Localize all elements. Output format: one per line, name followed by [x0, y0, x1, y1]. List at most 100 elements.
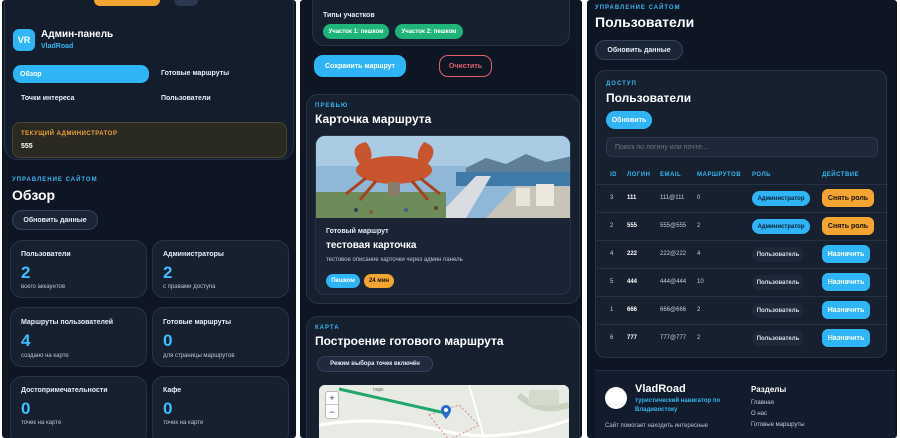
map-kicker: КАРТА [315, 325, 340, 331]
route-map[interactable]: парк + − [319, 385, 569, 438]
cell-email: 111@111 [660, 195, 685, 201]
stat-card-admins: Администраторы 2 с правами доступа [152, 240, 289, 298]
footer-tagline: туристический навигатор по Владивостоку [635, 398, 721, 413]
segment-types-label: Типы участков [323, 12, 375, 19]
role-badge: Пользователь [752, 331, 804, 346]
cell-routes: 2 [697, 223, 701, 229]
tab-points-of-interest[interactable]: Точки интереса [21, 95, 75, 102]
stat-sub: точек на карте [163, 420, 204, 426]
map-section-title: Построение готового маршрута [315, 334, 504, 348]
table-row: 5 444 444@444 10 Пользователь Назначить [596, 268, 888, 296]
refresh-users-button[interactable]: Обновить [606, 111, 652, 129]
remove-role-button[interactable]: Снять роль [822, 189, 874, 207]
footer-link-home[interactable]: Главная [751, 400, 774, 406]
remove-role-button[interactable]: Снять роль [822, 217, 874, 235]
cell-routes: 2 [697, 307, 701, 313]
cell-email: 222@222 [660, 251, 687, 257]
admin-panel-title: Админ-панель [41, 29, 114, 40]
route-card-description: тестовое описание карточки через админ п… [326, 257, 463, 263]
route-editor-panel: Типы участков Участок 1: пешком Участок … [300, 0, 582, 438]
users-access-card: ДОСТУП Пользователи Обновить ID ЛОГИН EM… [595, 70, 888, 358]
cell-routes: 0 [697, 195, 701, 201]
assign-role-button[interactable]: Назначить [822, 245, 870, 263]
save-route-button[interactable]: Сохранить маршрут [314, 55, 406, 77]
route-card-preview[interactable]: Готовый маршрут тестовая карточка тестов… [315, 135, 571, 295]
tab-overview[interactable]: Обзор [13, 65, 149, 83]
section-kicker: УПРАВЛЕНИЕ САЙТОМ [12, 177, 98, 183]
stat-sub: с правами доступа [163, 284, 216, 290]
assign-role-button[interactable]: Назначить [822, 273, 870, 291]
zoom-out-button[interactable]: − [326, 406, 338, 419]
tag-walk: Пешком [326, 274, 360, 288]
stat-value: 2 [21, 263, 31, 282]
current-admin-box: ТЕКУЩИЙ АДМИНИСТРАТОР 555 [12, 122, 287, 158]
stat-value: 2 [163, 263, 173, 282]
clear-button[interactable]: Очистить [439, 55, 492, 77]
footer-brand: VladRoad [635, 383, 686, 395]
current-admin-value: 555 [21, 143, 33, 150]
stat-card-ready-routes: Готовые маршруты 0 для страницы маршруто… [152, 307, 289, 367]
access-kicker: ДОСТУП [606, 81, 637, 87]
assign-role-button[interactable]: Назначить [822, 301, 870, 319]
cell-login: 555 [627, 223, 638, 229]
map-pin-icon[interactable] [441, 405, 451, 419]
cell-id: 4 [610, 251, 614, 257]
assign-role-button[interactable]: Назначить [822, 329, 870, 347]
cell-id: 1 [610, 307, 614, 313]
col-login: ЛОГИН [627, 172, 651, 178]
cell-id: 2 [610, 223, 614, 229]
table-row: 6 777 777@777 2 Пользователь Назначить [596, 324, 888, 352]
segment-chip-1[interactable]: Участок 1: пешком [323, 24, 389, 39]
stat-sub: создано на карте [21, 353, 69, 359]
top-dark-tab [174, 0, 198, 6]
segment-types-card: Типы участков Участок 1: пешком Участок … [312, 0, 570, 46]
tab-ready-routes[interactable]: Готовые маршруты [161, 70, 229, 77]
cell-id: 6 [610, 335, 614, 341]
segment-chip-2[interactable]: Участок 2: пешком [395, 24, 463, 39]
footer-sections-title: Разделы [751, 385, 787, 394]
refresh-data-button[interactable]: Обновить данные [595, 40, 683, 60]
table-row: 1 666 666@666 2 Пользователь Назначить [596, 296, 888, 324]
page-title: Обзор [12, 187, 56, 203]
footer-logo [605, 387, 627, 409]
footer-link-ready-routes[interactable]: Готовые маршруты [751, 422, 805, 428]
route-card-category: Готовый маршрут [326, 228, 389, 235]
footer-description: Сайт помогает находить интересные [605, 423, 708, 429]
role-badge: Пользователь [752, 275, 804, 290]
cell-email: 444@444 [660, 279, 687, 285]
page-title: Пользователи [595, 14, 695, 30]
role-badge: Администратор [752, 219, 810, 234]
brand-avatar: VR [13, 29, 35, 51]
cell-routes: 10 [697, 279, 704, 285]
stat-card-cafes: Кафе 0 точек на карте [152, 376, 289, 438]
stat-sub: всего аккаунтов [21, 284, 66, 290]
col-email: EMAIL [660, 172, 682, 178]
stat-value: 4 [21, 331, 31, 350]
stat-label: Администраторы [163, 251, 224, 258]
stat-sub: для страницы маршрутов [163, 353, 235, 359]
user-search-input[interactable] [606, 137, 878, 157]
col-role: РОЛЬ [752, 172, 771, 178]
current-admin-label: ТЕКУЩИЙ АДМИНИСТРАТОР [21, 131, 118, 137]
role-badge: Пользователь [752, 247, 804, 262]
cell-id: 5 [610, 279, 614, 285]
map-section: КАРТА Построение готового маршрута Режим… [306, 316, 580, 438]
stat-sub: точек на карте [21, 420, 62, 426]
access-title: Пользователи [606, 91, 692, 105]
refresh-data-button[interactable]: Обновить данные [12, 210, 98, 230]
role-badge: Администратор [752, 191, 810, 206]
brand-subtitle: VladRoad [41, 43, 74, 50]
users-management-panel: УПРАВЛЕНИЕ САЙТОМ Пользователи Обновить … [587, 0, 897, 438]
point-selection-mode-badge[interactable]: Режим выбора точек включён [317, 356, 433, 372]
stat-value: 0 [163, 331, 173, 350]
stat-card-users: Пользователи 2 всего аккаунтов [10, 240, 147, 298]
zoom-in-button[interactable]: + [326, 392, 338, 405]
footer-link-about[interactable]: О нас [751, 411, 767, 417]
stat-card-attractions: Достопримечательности 0 точек на карте [10, 376, 147, 438]
col-action: ДЕЙСТВИЕ [822, 172, 860, 178]
preview-title: Карточка маршрута [315, 112, 432, 126]
cell-login: 444 [627, 279, 638, 285]
table-row: 3 111 111@111 0 Администратор Снять роль [596, 184, 888, 212]
table-row: 2 555 555@555 2 Администратор Снять роль [596, 212, 888, 240]
tab-users[interactable]: Пользователи [161, 95, 211, 102]
